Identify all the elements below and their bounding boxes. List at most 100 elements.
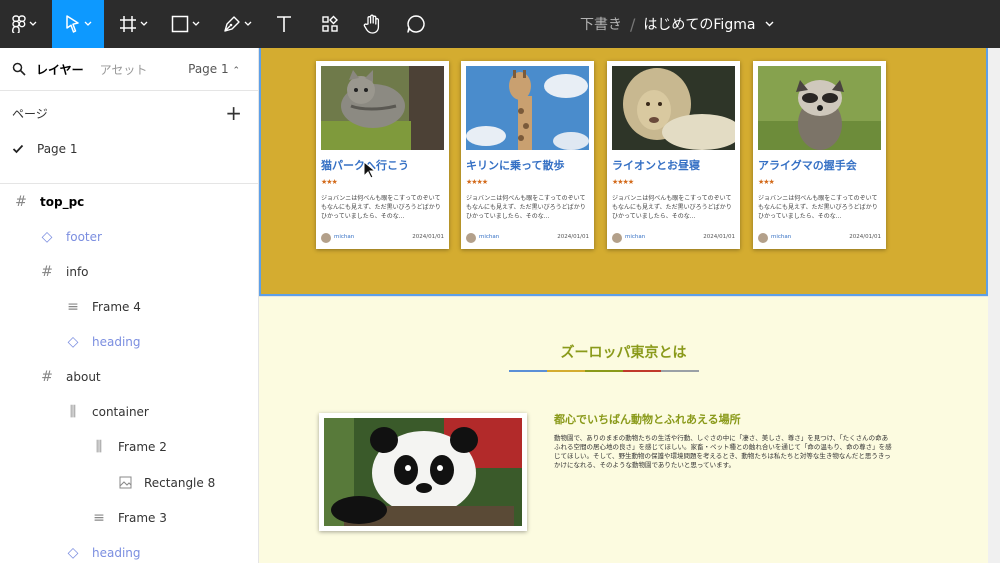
layer-label: Frame 2	[118, 439, 167, 454]
hand-tool-button[interactable]	[354, 0, 390, 48]
layer-row[interactable]: ≡ Frame 4	[0, 289, 258, 324]
frame-icon: #	[41, 368, 53, 385]
card-date: 2024/01/01	[557, 234, 589, 240]
pen-tool-button[interactable]	[216, 0, 258, 48]
tab-layers[interactable]: レイヤー	[36, 61, 84, 78]
layer-label: Frame 4	[92, 299, 141, 314]
chevron-up-icon: ⌃	[232, 66, 240, 76]
title-separator: /	[630, 14, 636, 34]
hand-tool-icon	[363, 14, 380, 34]
panda-image	[324, 418, 522, 526]
comment-tool-button[interactable]	[398, 0, 434, 48]
layer-label: footer	[66, 229, 102, 244]
auto-layout-vertical-icon: ≡	[67, 298, 79, 315]
article-card[interactable]: ライオンとお昼寝 ★★★★ ジョバンニは何べんも眼をこすってのぞいてもなんにも見…	[607, 61, 740, 249]
card-rating: ★★★	[758, 178, 775, 186]
shape-tool-icon	[171, 15, 188, 33]
auto-layout-horizontal-icon: ⫼	[95, 438, 103, 455]
file-name[interactable]: はじめてのFigma	[643, 14, 755, 34]
card-author: michan	[771, 234, 792, 240]
layer-row[interactable]: ◇ heading	[0, 324, 258, 359]
card-excerpt: ジョバンニは何べんも眼をこすってのぞいてもなんにも見えず、ただ黒いびろうどばかり…	[466, 195, 586, 220]
layer-label: about	[66, 369, 101, 384]
chevron-down-icon[interactable]	[765, 21, 774, 27]
panel-tabs: レイヤー アセット Page 1 ⌃	[0, 48, 258, 91]
about-body: 動物園で、ありのままの動物たちの生活や行動、しぐさの中に「凄さ、美しさ、尊さ」を…	[554, 434, 892, 469]
canvas-scroll-area[interactable]	[988, 48, 1000, 563]
avatar	[612, 233, 622, 243]
layer-row[interactable]: ≡ Frame 3	[0, 500, 258, 535]
pages-header: ページ +	[0, 91, 258, 135]
card-author: michan	[479, 234, 500, 240]
underline-segment	[547, 370, 585, 372]
card-date: 2024/01/01	[412, 234, 444, 240]
add-page-button[interactable]: +	[225, 101, 242, 125]
chevron-down-icon	[192, 21, 199, 26]
card-image-cat	[321, 66, 444, 150]
move-tool-button[interactable]	[52, 0, 104, 48]
figma-menu-button[interactable]	[6, 0, 42, 48]
design-canvas[interactable]: 猫パークへ行こう ★★★ ジョバンニは何べんも眼をこすってのぞいてもなんにも見え…	[259, 48, 1000, 563]
card-excerpt: ジョバンニは何べんも眼をこすってのぞいてもなんにも見えず、ただ黒いびろうどばかり…	[758, 195, 878, 220]
card-rating: ★★★	[321, 178, 338, 186]
avatar	[321, 233, 331, 243]
pages-title: ページ	[12, 106, 48, 121]
underline-segment	[509, 370, 547, 372]
resources-button[interactable]	[312, 0, 348, 48]
checkmark-icon	[12, 144, 24, 154]
text-tool-icon	[277, 16, 291, 32]
layer-row[interactable]: # info	[0, 254, 258, 289]
card-title: アライグマの握手会	[758, 159, 857, 172]
layer-label: container	[92, 404, 149, 419]
layer-label: heading	[92, 545, 141, 560]
text-tool-button[interactable]	[268, 0, 300, 48]
frame-tool-icon	[119, 16, 136, 32]
layer-row[interactable]: ⫼ Frame 2	[0, 429, 258, 464]
article-card[interactable]: キリンに乗って散歩 ★★★★ ジョバンニは何べんも眼をこすってのぞいてもなんにも…	[461, 61, 594, 249]
comment-icon	[407, 15, 425, 33]
card-author: michan	[334, 234, 355, 240]
layer-row[interactable]: # about	[0, 359, 258, 394]
page-item[interactable]: Page 1	[0, 135, 258, 163]
card-author: michan	[625, 234, 646, 240]
layer-label: heading	[92, 334, 141, 349]
layer-row[interactable]: ◇ heading	[0, 535, 258, 570]
component-icon: ◇	[41, 228, 53, 245]
card-date: 2024/01/01	[849, 234, 881, 240]
draft-label[interactable]: 下書き	[580, 14, 622, 34]
component-icon: ◇	[67, 544, 79, 561]
article-card[interactable]: アライグマの握手会 ★★★ ジョバンニは何べんも眼をこすってのぞいてもなんにも見…	[753, 61, 886, 249]
about-heading: ズーロッパ東京とは	[560, 345, 687, 361]
about-photo	[319, 413, 527, 531]
resources-icon	[322, 15, 338, 32]
card-rating: ★★★★	[612, 178, 634, 186]
about-section[interactable]: ズーロッパ東京とは 都心でいちばん動物とふれあえる場所 動物園で、ありのままの動…	[259, 297, 988, 563]
shape-tool-button[interactable]	[164, 0, 206, 48]
article-card[interactable]: 猫パークへ行こう ★★★ ジョバンニは何べんも眼をこすってのぞいてもなんにも見え…	[316, 61, 449, 249]
underline-segment	[585, 370, 623, 372]
card-rating: ★★★★	[466, 178, 488, 186]
layer-label: top_pc	[40, 194, 85, 209]
component-icon: ◇	[67, 333, 79, 350]
avatar	[758, 233, 768, 243]
tab-assets[interactable]: アセット	[100, 61, 148, 78]
card-title: ライオンとお昼寝	[612, 159, 700, 172]
heading-underline	[509, 370, 699, 372]
layers-panel: レイヤー アセット Page 1 ⌃ ページ + Page 1 # top_pc…	[0, 48, 259, 563]
layer-row[interactable]: ◇ footer	[0, 219, 258, 254]
page-selector[interactable]: Page 1 ⌃	[188, 62, 240, 76]
card-image-giraffe	[466, 66, 589, 150]
page-item-label: Page 1	[37, 142, 78, 156]
underline-segment	[623, 370, 661, 372]
file-title[interactable]: 下書き / はじめてのFigma	[580, 0, 774, 48]
frame-tool-button[interactable]	[112, 0, 154, 48]
search-icon[interactable]	[12, 62, 26, 76]
layer-row[interactable]: Rectangle 8	[0, 465, 258, 500]
layer-row[interactable]: ⫼ container	[0, 394, 258, 429]
layer-row[interactable]: # top_pc	[0, 184, 258, 219]
chevron-down-icon	[244, 21, 251, 26]
chevron-down-icon	[84, 21, 91, 26]
chevron-down-icon	[140, 21, 147, 26]
figma-menu-icon	[11, 15, 26, 33]
frame-icon: #	[15, 193, 27, 210]
